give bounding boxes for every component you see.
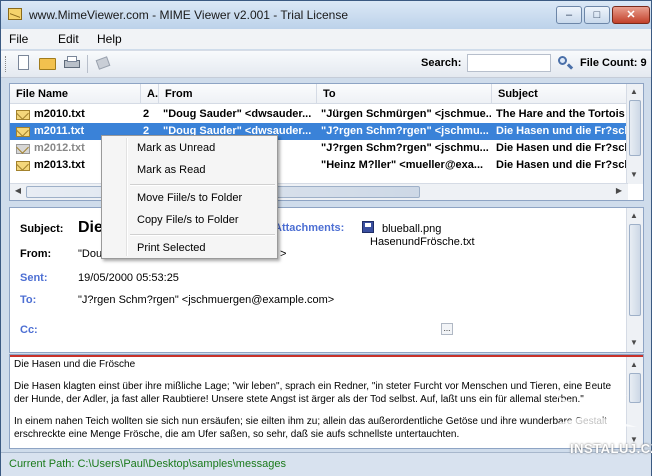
scroll-up-arrow-icon[interactable]: ▲ — [627, 358, 641, 372]
scroll-down-arrow-icon[interactable]: ▼ — [627, 168, 641, 182]
minimize-button[interactable]: – — [556, 6, 582, 24]
context-item-move-to-folder[interactable]: Move Fiile/s to Folder — [137, 192, 242, 204]
cell-subject: Die Hasen und die Fr?sch — [496, 159, 628, 171]
app-mail-icon — [8, 8, 22, 20]
cell-to: "Heinz M?ller" <mueller@exa... — [321, 159, 484, 171]
header-vertical-scrollbar[interactable]: ▲ ▼ — [626, 208, 643, 352]
menu-help[interactable]: Help — [97, 32, 122, 46]
context-item-mark-read[interactable]: Mark as Read — [137, 164, 205, 176]
body-paragraph: In einem nahen Teich wollten sie sich nu… — [14, 416, 607, 440]
envelope-icon — [16, 161, 30, 171]
open-folder-icon[interactable] — [39, 55, 57, 71]
envelope-icon — [16, 127, 30, 137]
cell-subject: The Hare and the Tortois — [496, 108, 625, 120]
attachments-label: Attachments: — [274, 222, 345, 234]
window-title: www.MimeViewer.com - MIME Viewer v2.001 … — [29, 8, 348, 22]
subject-label: Subject: — [20, 223, 64, 235]
to-label: To: — [20, 294, 37, 306]
cc-expand-button[interactable]: ... — [441, 323, 453, 335]
body-paragraph: Die Hasen und die Frösche — [14, 359, 136, 370]
column-header-file-name[interactable]: File Name — [10, 84, 141, 104]
envelope-icon — [16, 144, 30, 154]
attachment-item[interactable]: HasenundFrösche.txt — [370, 236, 475, 248]
scroll-up-arrow-icon[interactable]: ▲ — [627, 85, 641, 99]
app-window: www.MimeViewer.com - MIME Viewer v2.001 … — [0, 0, 652, 476]
sent-value: 19/05/2000 05:53:25 — [78, 272, 179, 284]
from-label: From: — [20, 248, 52, 260]
title-bar: www.MimeViewer.com - MIME Viewer v2.001 … — [1, 1, 651, 29]
context-item-print-selected[interactable]: Print Selected — [137, 242, 205, 254]
column-header-subject[interactable]: Subject — [492, 84, 628, 104]
cell-to: "Jürgen Schmürgen" <jschmue... — [321, 108, 491, 120]
toolbar-separator — [87, 55, 88, 73]
from-value-tail: > — [280, 248, 287, 260]
scroll-down-arrow-icon[interactable]: ▼ — [627, 336, 641, 350]
sent-label: Sent: — [20, 272, 48, 284]
body-paragraph: Die Hasen klagten einst über ihre mißlic… — [14, 381, 612, 405]
attachment-item[interactable]: blueball.png — [382, 223, 441, 235]
cell-to: "J?rgen Schm?rgen" <jschmu... — [321, 142, 489, 154]
current-path: Current Path: C:\Users\Paul\Desktop\samp… — [9, 458, 286, 470]
column-header-to[interactable]: To — [317, 84, 492, 104]
search-input[interactable] — [467, 54, 551, 72]
new-file-icon[interactable] — [15, 55, 33, 71]
scroll-up-arrow-icon[interactable]: ▲ — [627, 209, 641, 223]
scroll-thumb[interactable] — [629, 100, 641, 156]
context-menu-separator — [130, 234, 275, 236]
column-header-attachments[interactable]: A. — [141, 84, 159, 104]
print-icon[interactable] — [63, 55, 81, 71]
cc-label: Cc: — [20, 324, 38, 336]
cell-subject: Die Hasen und die Fr?sch — [496, 125, 628, 137]
context-item-mark-unread[interactable]: Mark as Unread — [137, 142, 215, 154]
message-body[interactable]: Die Hasen und die Frösche Die Hasen klag… — [14, 358, 620, 448]
table-row[interactable]: m2010.txt 2 "Doug Sauder" <dwsauder... "… — [10, 106, 628, 123]
file-count: File Count: 9 — [580, 57, 647, 69]
context-menu-separator — [130, 184, 275, 186]
menu-bar: File Edit Help — [1, 29, 651, 49]
from-value: "Dou — [78, 248, 103, 260]
cell-to: "J?rgen Schm?rgen" <jschmu... — [321, 125, 489, 137]
scroll-right-arrow-icon[interactable]: ▶ — [612, 184, 626, 198]
watermark-text: INSTALUJ.CZ — [570, 441, 652, 456]
to-value: "J?rgen Schm?rgen" <jschmuergen@example.… — [78, 294, 335, 306]
context-menu-gutter — [126, 138, 128, 256]
search-label: Search: — [421, 57, 462, 69]
menu-edit[interactable]: Edit — [58, 32, 79, 46]
floppy-disk-icon — [362, 221, 374, 233]
context-item-copy-to-folder[interactable]: Copy File/s to Folder — [137, 214, 238, 226]
scroll-left-arrow-icon[interactable]: ◀ — [11, 184, 25, 198]
toolbar: Search: File Count: 9 — [1, 50, 651, 78]
subject-value: Die — [78, 219, 103, 236]
toolbar-grip — [5, 56, 9, 72]
list-vertical-scrollbar[interactable]: ▲ ▼ — [626, 84, 643, 184]
column-header-from[interactable]: From — [159, 84, 317, 104]
search-icon[interactable] — [557, 55, 575, 71]
cell-from: "Doug Sauder" <dwsauder... — [163, 108, 312, 120]
status-bar: Current Path: C:\Users\Paul\Desktop\samp… — [1, 452, 651, 476]
cell-file-name: m2010.txt — [34, 108, 85, 120]
menu-file[interactable]: File — [9, 32, 28, 46]
cell-subject: Die Hasen und die Fr?sch — [496, 142, 628, 154]
tag-icon[interactable] — [95, 55, 113, 71]
body-divider — [10, 355, 643, 357]
envelope-icon — [16, 110, 30, 120]
close-button[interactable]: ✕ — [612, 6, 650, 24]
cell-attachments: 2 — [143, 108, 150, 120]
scroll-thumb[interactable] — [629, 224, 641, 316]
context-menu: Mark as Unread Mark as Read Move Fiile/s… — [101, 135, 278, 259]
maximize-button[interactable]: □ — [584, 6, 610, 24]
